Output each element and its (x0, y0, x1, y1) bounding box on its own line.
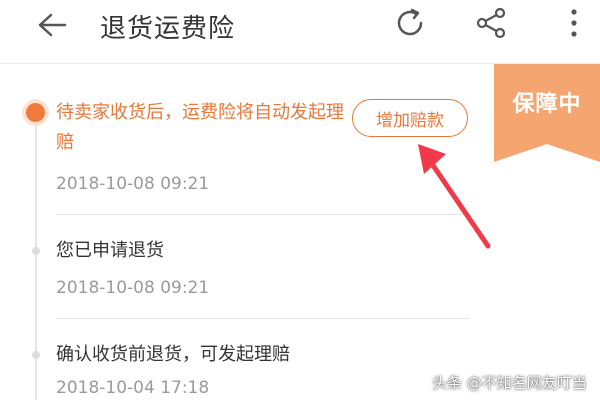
more-button[interactable] (549, 0, 599, 46)
divider (56, 318, 470, 319)
add-compensation-button[interactable]: 增加赔款 (352, 99, 468, 137)
arrow-left-icon (38, 13, 67, 37)
timeline-dot (32, 351, 40, 359)
timeline-dot-active (26, 103, 45, 122)
share-icon (476, 7, 506, 39)
timeline-event-text: 确认收货前退货，可发起理赔 (56, 344, 290, 365)
timeline-event-time: 2018-10-08 09:21 (56, 174, 210, 194)
refresh-icon (397, 8, 423, 36)
timeline-event-text: 待卖家收货后，运费险将自动发起理赔 (56, 102, 344, 153)
timeline-event-time: 2018-10-04 17:18 (56, 378, 210, 398)
back-button[interactable] (24, 0, 80, 50)
page-title: 退货运费险 (100, 14, 236, 44)
refresh-button[interactable] (385, 0, 435, 46)
app-header: 退货运费险 (0, 0, 600, 64)
share-button[interactable] (466, 0, 516, 46)
timeline-event-text: 您已申请退货 (56, 240, 164, 261)
status-ribbon: 保障中 (494, 64, 600, 162)
more-vertical-icon (571, 9, 577, 37)
divider (56, 214, 470, 215)
ribbon-label: 保障中 (512, 92, 582, 117)
annotation-arrow-icon (418, 144, 491, 249)
timeline-dot (32, 247, 40, 255)
watermark: 头条 @不知名网友叮当 (432, 374, 587, 392)
timeline-event-time: 2018-10-08 09:21 (56, 278, 210, 298)
arrow-head (418, 144, 446, 174)
arrow-shaft (425, 155, 491, 249)
